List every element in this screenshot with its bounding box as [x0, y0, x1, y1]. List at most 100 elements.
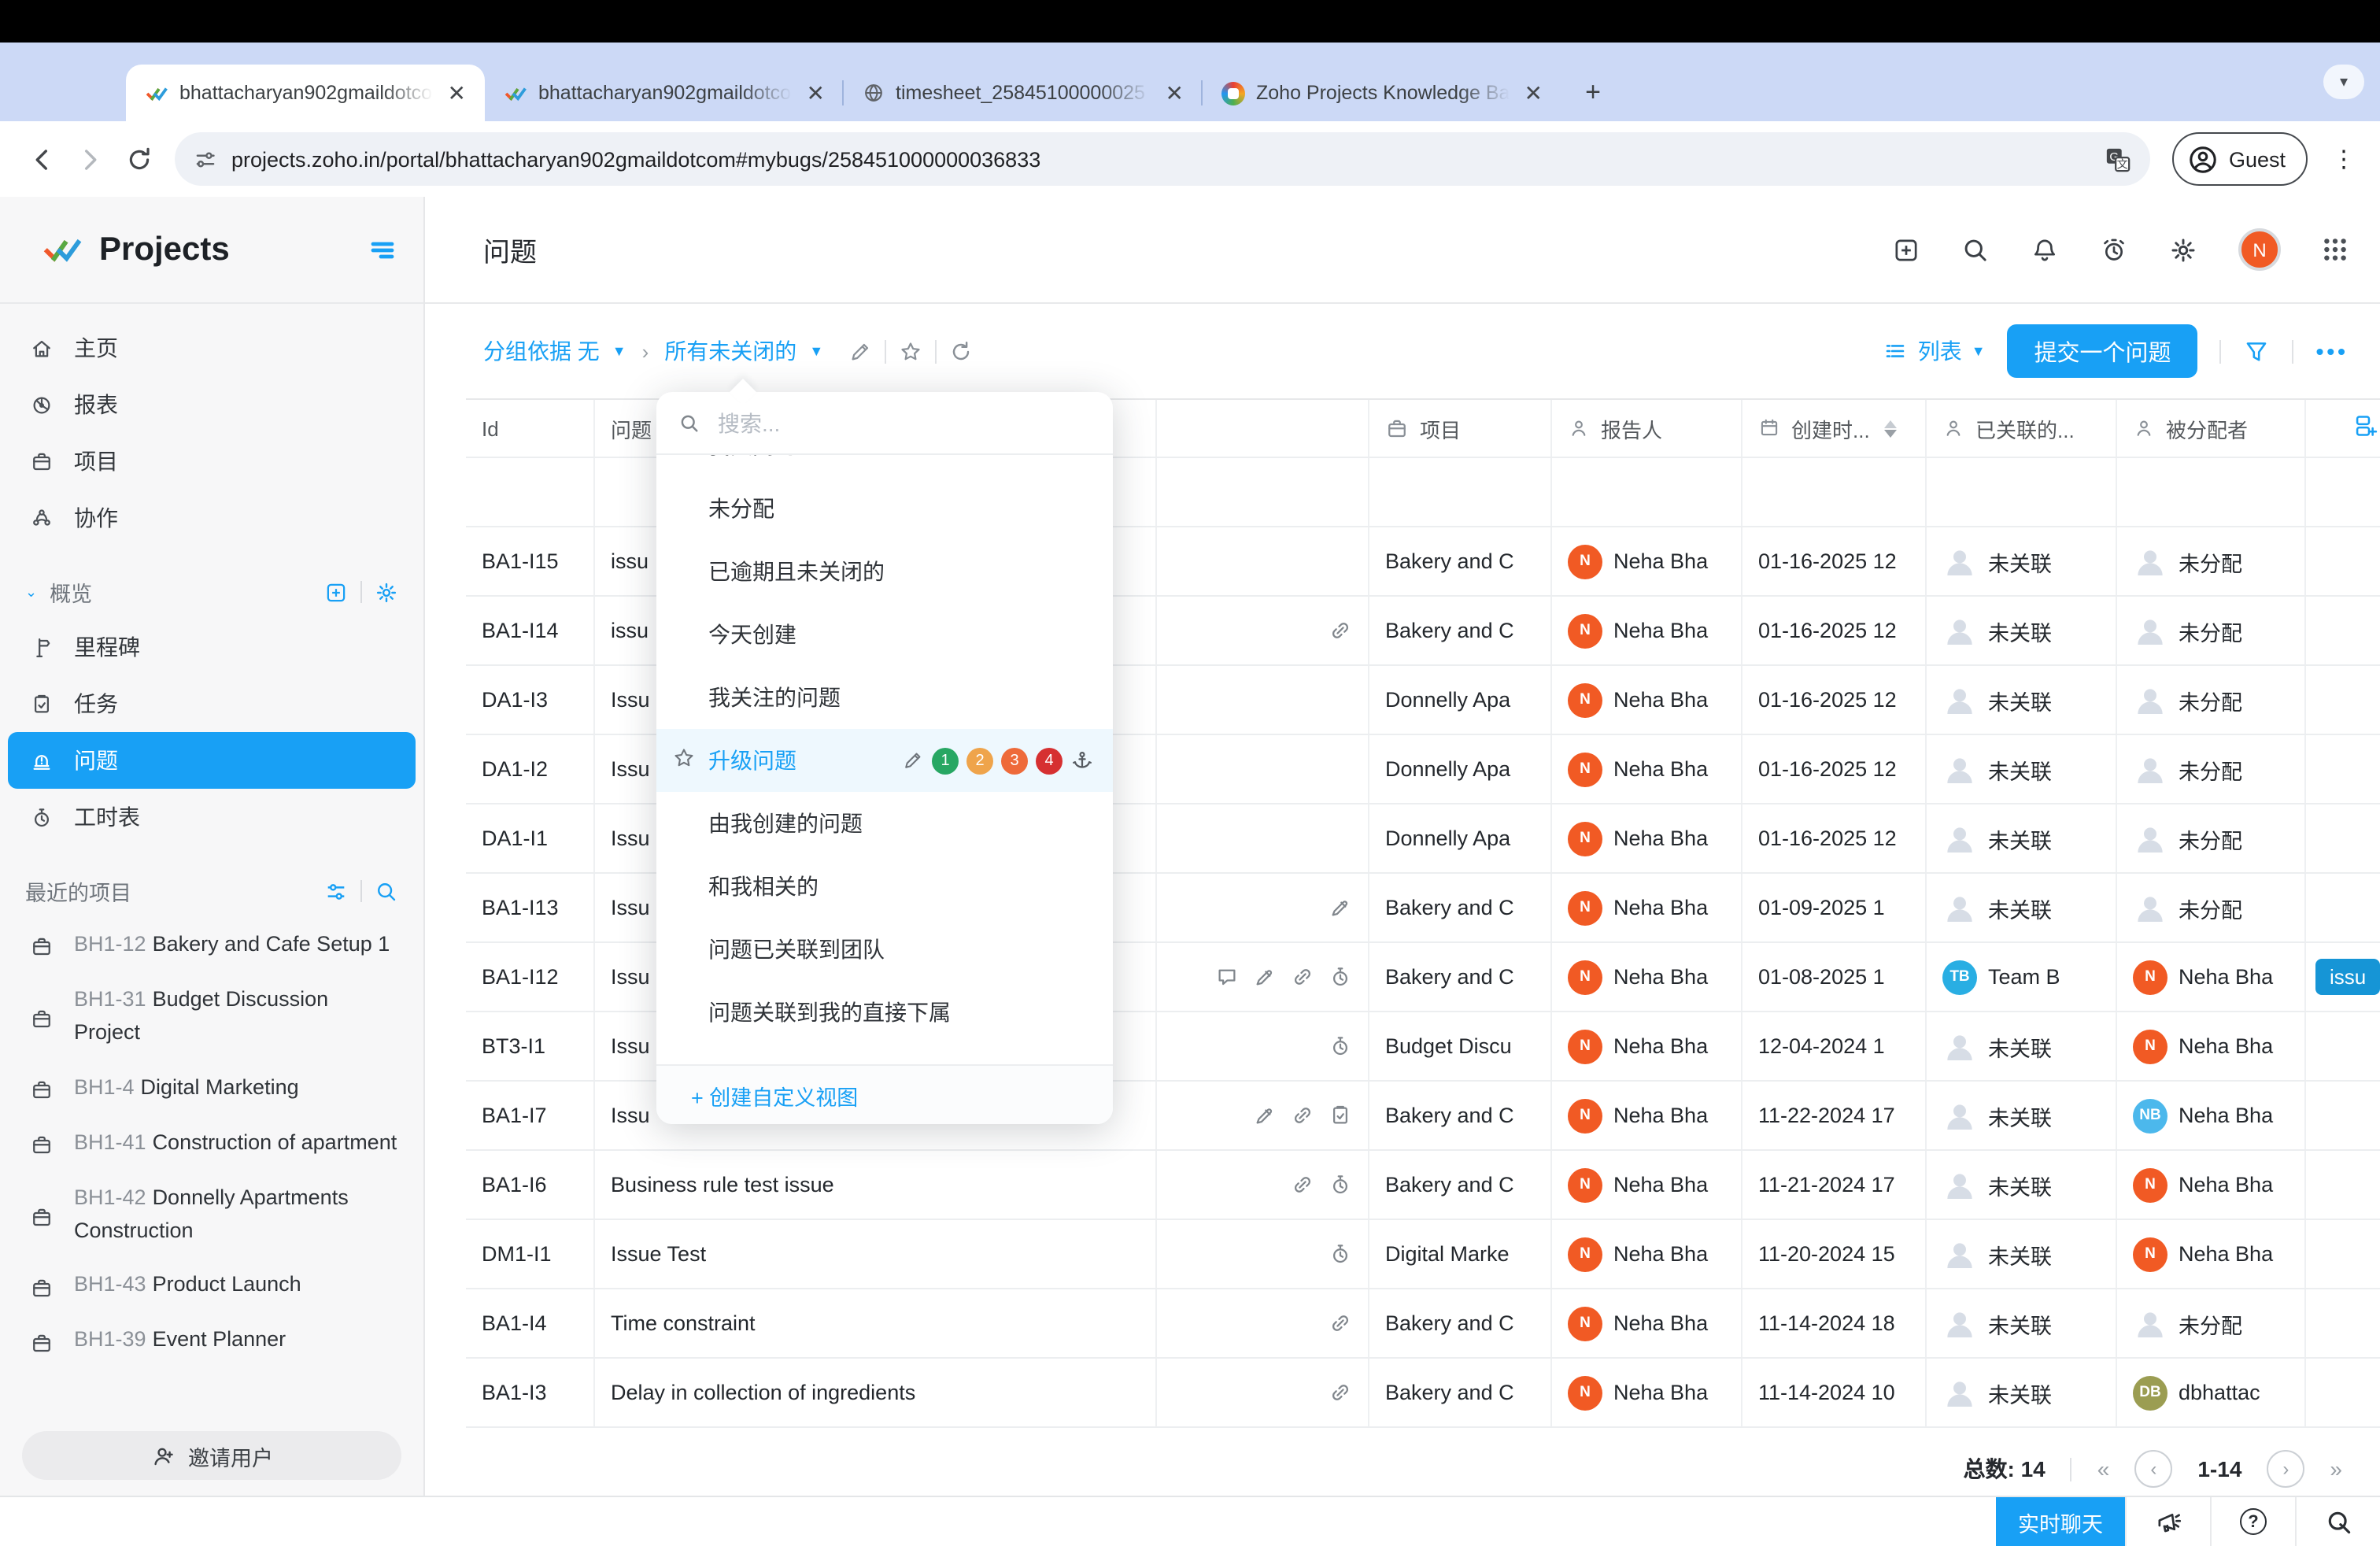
issue-assignee[interactable]: NNeha Bha [2117, 1220, 2306, 1288]
sidebar-item-milestone[interactable]: 里程碑 [8, 619, 416, 675]
issue-assignee[interactable]: 未分配 [2117, 1289, 2306, 1357]
issue-linked[interactable]: TBTeam B [1927, 943, 2117, 1011]
issue-reporter[interactable]: NNeha Bha [1552, 666, 1743, 734]
table-header-cell[interactable] [2306, 400, 2380, 457]
back-icon[interactable] [28, 146, 55, 172]
announcements-button[interactable] [2125, 1496, 2210, 1546]
issue-project[interactable]: Donnelly Apa [1369, 804, 1552, 872]
issue-id[interactable]: BA1-I13 [466, 874, 595, 941]
issue-project[interactable]: Bakery and C [1369, 1082, 1552, 1149]
issue-tag-chip[interactable]: issu [2315, 959, 2380, 995]
next-page-icon[interactable]: › [2267, 1450, 2304, 1488]
issue-linked[interactable]: 未关联 [1927, 597, 2117, 664]
table-header-cell[interactable]: 创建时... [1743, 400, 1927, 457]
live-chat-button[interactable]: 实时聊天 [1996, 1496, 2125, 1546]
table-header-cell[interactable]: Id [466, 400, 595, 457]
severity-badge[interactable]: 1 [932, 747, 959, 774]
sort-icon[interactable] [1884, 420, 1897, 437]
issue-assignee[interactable]: 未分配 [2117, 735, 2306, 803]
tab-close-icon[interactable]: ✕ [445, 80, 469, 106]
first-page-icon[interactable]: « [2097, 1456, 2110, 1481]
tab-search-button[interactable]: ▾ [2323, 65, 2364, 99]
issue-id[interactable]: BA1-I7 [466, 1082, 595, 1149]
issue-title[interactable]: Delay in collection of ingredients [595, 1359, 1157, 1426]
issue-reporter[interactable]: NNeha Bha [1552, 597, 1743, 664]
issue-linked[interactable]: 未关联 [1927, 1289, 2117, 1357]
issue-linked[interactable]: 未关联 [1927, 1151, 2117, 1219]
issue-assignee[interactable]: NNeha Bha [2117, 943, 2306, 1011]
dropdown-view-item[interactable]: 由我创建的问题 [656, 792, 1113, 855]
issue-project[interactable]: Bakery and C [1369, 1289, 1552, 1357]
filter-funnel-icon[interactable] [2244, 338, 2271, 364]
issue-reporter[interactable]: NNeha Bha [1552, 1359, 1743, 1426]
issue-id[interactable]: DM1-I1 [466, 1220, 595, 1288]
invite-user-button[interactable]: 邀请用户 [22, 1431, 401, 1480]
dropdown-search-input[interactable] [715, 409, 1091, 437]
severity-badge[interactable]: 3 [1001, 747, 1028, 774]
tab-close-icon[interactable]: ✕ [1521, 80, 1546, 106]
dropdown-view-item[interactable]: 未分配 [656, 477, 1113, 540]
issue-assignee[interactable]: 未分配 [2117, 666, 2306, 734]
edit-view-pencil-icon[interactable] [848, 339, 872, 363]
tab-close-icon[interactable]: ✕ [1162, 80, 1187, 106]
sidebar-item-alarm[interactable]: 问题 [8, 732, 416, 789]
issue-project[interactable]: Donnelly Apa [1369, 735, 1552, 803]
submit-issue-button[interactable]: 提交一个问题 [2008, 324, 2198, 378]
dropdown-view-item[interactable]: 问题已关联到团队 [656, 918, 1113, 981]
issue-id[interactable]: DA1-I1 [466, 804, 595, 872]
issue-project[interactable]: Donnelly Apa [1369, 666, 1552, 734]
sidebar-project-item[interactable]: BH1-42Donnelly Apartments Construction [8, 1171, 416, 1259]
prev-page-icon[interactable]: ‹ [2134, 1450, 2172, 1488]
table-header-cell[interactable]: 已关联的... [1927, 400, 2117, 457]
table-header-cell[interactable]: 被分配者 [2117, 400, 2306, 457]
sidebar-project-item[interactable]: BH1-39Event Planner [8, 1314, 416, 1369]
help-button[interactable]: ? [2210, 1496, 2295, 1546]
dropdown-view-item[interactable]: 和我相关的 [656, 855, 1113, 918]
sidebar-project-item[interactable]: BH1-41Construction of apartment [8, 1115, 416, 1171]
issue-id[interactable]: BT3-I1 [466, 1012, 595, 1080]
dropdown-view-item[interactable]: 已逾期且未关闭的 [656, 540, 1113, 603]
dropdown-view-item[interactable]: 升级问题 1234 [656, 729, 1113, 792]
sidebar-project-item[interactable]: BH1-31Budget Discussion Project [8, 973, 416, 1061]
overview-section-header[interactable]: ⌄ 概览 [0, 565, 423, 619]
star-icon[interactable] [672, 746, 696, 775]
issue-id[interactable]: BA1-I3 [466, 1359, 595, 1426]
dropdown-search[interactable] [656, 392, 1113, 455]
issue-row[interactable]: DM1-I1 Issue Test Digital Marke NNeha Bh… [466, 1220, 2380, 1289]
notifications-bell-icon[interactable] [2031, 235, 2059, 264]
sidebar-project-item[interactable]: BH1-43Product Launch [8, 1259, 416, 1314]
zoho-search-button[interactable] [2295, 1496, 2380, 1546]
issue-reporter[interactable]: NNeha Bha [1552, 943, 1743, 1011]
group-by-button[interactable]: 分组依据 无 [483, 335, 600, 367]
browser-tab[interactable]: Zoho Projects Knowledge Bas ✕ [1203, 65, 1561, 121]
issue-reporter[interactable]: NNeha Bha [1552, 527, 1743, 595]
issue-row[interactable]: BA1-I4 Time constraint Bakery and C NNeh… [466, 1289, 2380, 1359]
issue-linked[interactable]: 未关联 [1927, 1359, 2117, 1426]
site-settings-icon[interactable] [194, 147, 217, 171]
issue-project[interactable]: Bakery and C [1369, 943, 1552, 1011]
issue-row[interactable]: BA1-I3 Delay in collection of ingredient… [466, 1359, 2380, 1428]
issue-project[interactable]: Bakery and C [1369, 874, 1552, 941]
issue-reporter[interactable]: NNeha Bha [1552, 1151, 1743, 1219]
project-search-icon[interactable] [375, 879, 398, 903]
more-options-icon[interactable]: ••• [2316, 338, 2349, 364]
issue-linked[interactable]: 未关联 [1927, 735, 2117, 803]
forward-icon[interactable] [77, 146, 104, 172]
sidebar-project-item[interactable]: BH1-12Bakery and Cafe Setup 1 [8, 918, 416, 973]
address-bar[interactable]: projects.zoho.in/portal/bhattacharyan902… [175, 132, 2150, 186]
issue-reporter[interactable]: NNeha Bha [1552, 874, 1743, 941]
dropdown-view-item[interactable]: 今天创建 [656, 603, 1113, 666]
browser-menu-icon[interactable]: ⋮ [2330, 145, 2358, 173]
issue-project[interactable]: Budget Discu [1369, 1012, 1552, 1080]
issue-row[interactable]: BA1-I6 Business rule test issue Bakery a… [466, 1151, 2380, 1220]
issue-id[interactable]: BA1-I6 [466, 1151, 595, 1219]
sidebar-item-stopwatch[interactable]: 工时表 [8, 789, 416, 845]
dropdown-view-item[interactable]: 问题关联到我的直接下属 [656, 981, 1113, 1044]
settings-gear-icon[interactable] [2169, 235, 2197, 264]
add-view-icon[interactable] [324, 580, 348, 604]
severity-badge[interactable]: 2 [966, 747, 993, 774]
issue-linked[interactable]: 未关联 [1927, 527, 2117, 595]
issue-reporter[interactable]: NNeha Bha [1552, 1220, 1743, 1288]
issue-title[interactable]: Time constraint [595, 1289, 1157, 1357]
issue-reporter[interactable]: NNeha Bha [1552, 1082, 1743, 1149]
